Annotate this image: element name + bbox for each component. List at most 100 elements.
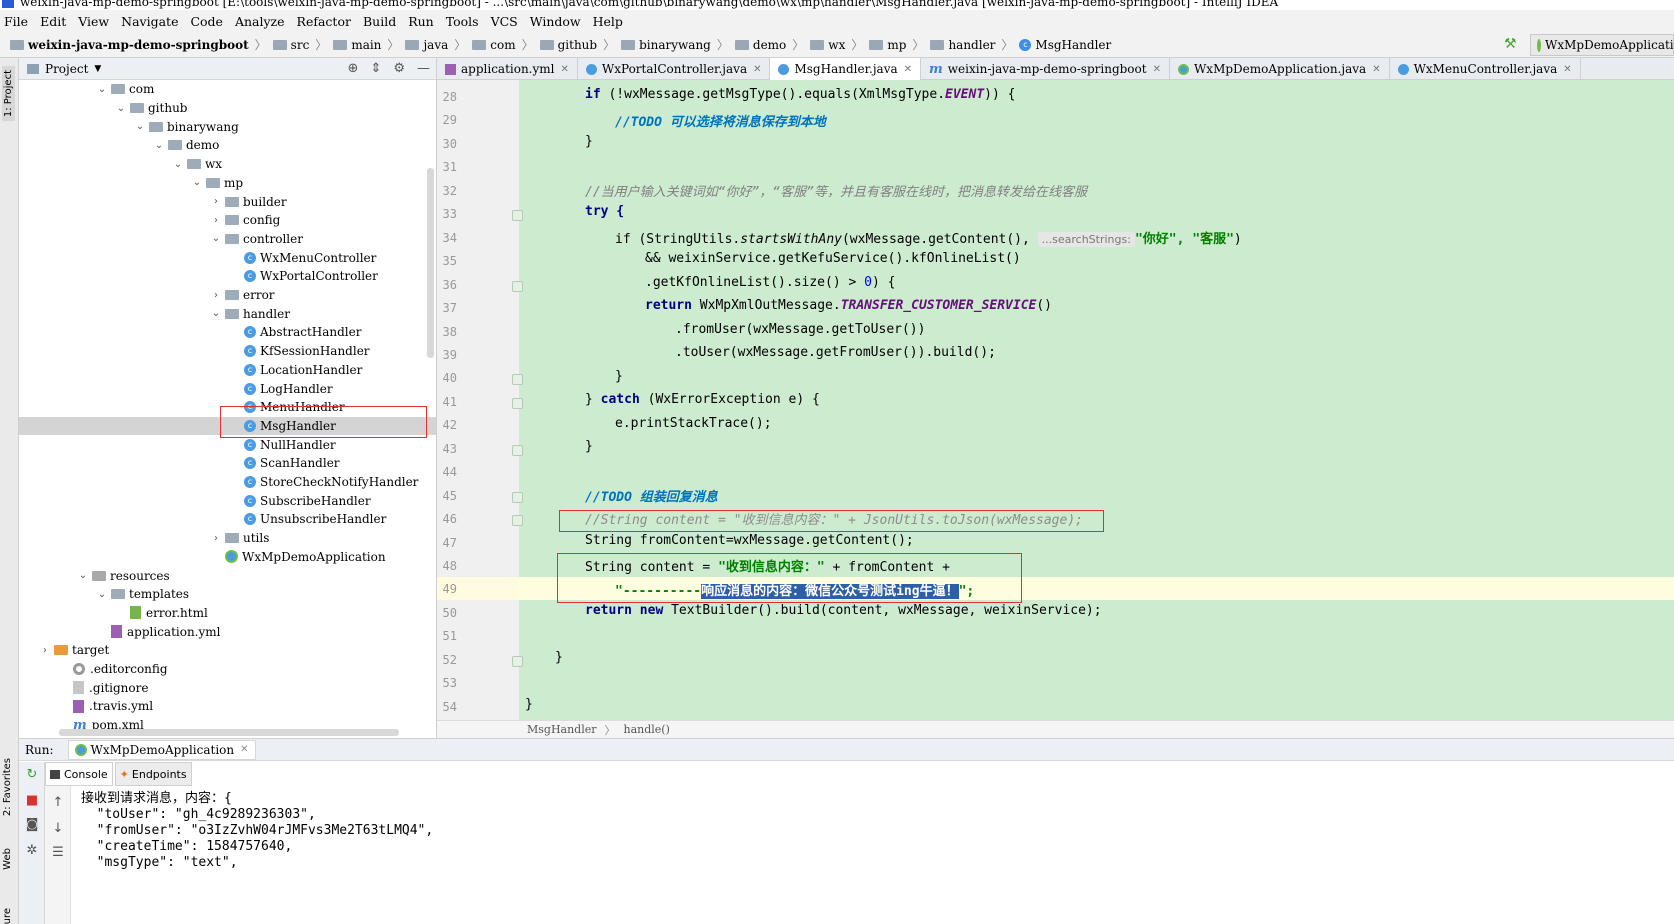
rerun-icon[interactable]: ↻ — [25, 768, 39, 782]
tree-item-handler[interactable]: ⌄ handler — [19, 304, 436, 323]
breadcrumb-wx[interactable]: wx — [810, 38, 845, 52]
breadcrumb-src[interactable]: src — [272, 38, 309, 52]
tree-item-com[interactable]: ⌄ com — [19, 80, 436, 99]
breadcrumb-binarywang[interactable]: binarywang — [621, 38, 711, 52]
chevron-down-icon[interactable]: ⌄ — [97, 589, 107, 600]
breadcrumb-main[interactable]: main — [333, 38, 381, 52]
tab-wxmenucontroller[interactable]: WxMenuController.java ✕ — [1390, 58, 1581, 80]
tree-item--editorconfig[interactable]: .editorconfig — [19, 660, 436, 679]
chevron-down-icon[interactable]: ▼ — [94, 64, 101, 74]
close-icon[interactable]: ✕ — [1372, 64, 1380, 75]
tree-item-unsubscribehandler[interactable]: c UnsubscribeHandler — [19, 510, 436, 529]
tree-item--gitignore[interactable]: .gitignore — [19, 678, 436, 697]
wrap-icon[interactable]: ☰ — [51, 846, 65, 860]
scrollbar[interactable] — [427, 168, 434, 358]
chevron-right-icon[interactable]: › — [211, 533, 221, 544]
down-arrow-icon[interactable]: ↓ — [51, 822, 65, 836]
chevron-down-icon[interactable]: ⌄ — [154, 140, 164, 151]
project-panel-title[interactable]: Project — [45, 62, 88, 76]
menu-file[interactable]: File — [4, 14, 28, 29]
menu-code[interactable]: Code — [190, 14, 223, 29]
scrollbar-horizontal[interactable] — [59, 729, 399, 736]
fold-marker-icon[interactable] — [512, 374, 523, 386]
chevron-right-icon[interactable]: › — [211, 196, 221, 207]
chevron-down-icon[interactable]: ⌄ — [116, 103, 126, 114]
tab-endpoints[interactable]: ✦ Endpoints — [114, 762, 192, 786]
fold-marker-icon[interactable] — [512, 491, 523, 503]
tree-item-storechecknotifyhandler[interactable]: c StoreCheckNotifyHandler — [19, 473, 436, 492]
tree-item-wxmpdemoapplication[interactable]: WxMpDemoApplication — [19, 548, 436, 567]
tab-application-yml[interactable]: application.yml ✕ — [437, 58, 578, 80]
menu-run[interactable]: Run — [408, 14, 434, 29]
web-tool-button[interactable]: Web — [2, 848, 13, 870]
tree-item-resources[interactable]: ⌄ resources — [19, 566, 436, 585]
tree-item-abstracthandler[interactable]: c AbstractHandler — [19, 323, 436, 342]
tree-item-loghandler[interactable]: c LogHandler — [19, 379, 436, 398]
run-configuration-select[interactable]: WxMpDemoApplication — [1530, 34, 1674, 56]
breadcrumb-msghandler[interactable]: c MsgHandler — [1019, 38, 1111, 52]
tree-item-builder[interactable]: › builder — [19, 192, 436, 211]
tree-item-nullhandler[interactable]: c NullHandler — [19, 435, 436, 454]
tree-item-wxportalcontroller[interactable]: c WxPortalController — [19, 267, 436, 286]
chevron-down-icon[interactable]: ⌄ — [173, 159, 183, 170]
menu-tools[interactable]: Tools — [446, 14, 479, 29]
tab-pom[interactable]: m weixin-java-mp-demo-springboot ✕ — [921, 58, 1170, 80]
tree-item-wx[interactable]: ⌄ wx — [19, 155, 436, 174]
breadcrumb-project[interactable]: weixin-java-mp-demo-springboot — [10, 38, 249, 52]
locate-icon[interactable]: ⊕ — [348, 61, 359, 76]
tree-item-subscribehandler[interactable]: c SubscribeHandler — [19, 491, 436, 510]
up-arrow-icon[interactable]: ↑ — [51, 796, 65, 810]
menu-view[interactable]: View — [78, 14, 109, 29]
breadcrumb-class[interactable]: MsgHandler — [527, 723, 597, 736]
fold-marker-icon[interactable] — [512, 655, 523, 667]
breadcrumb-github[interactable]: github — [539, 38, 597, 52]
tree-item-error[interactable]: › error — [19, 286, 436, 305]
tree-item-config[interactable]: › config — [19, 211, 436, 230]
chevron-down-icon[interactable]: ⌄ — [78, 570, 88, 581]
build-hammer-icon[interactable]: ⚒ — [1504, 36, 1522, 54]
tab-msghandler[interactable]: MsgHandler.java ✕ — [770, 58, 922, 80]
tree-item-github[interactable]: ⌄ github — [19, 99, 436, 118]
tree-item-error-html[interactable]: error.html — [19, 604, 436, 623]
project-tool-button[interactable]: 1: Project — [2, 66, 15, 122]
tree-item--travis-yml[interactable]: .travis.yml — [19, 697, 436, 716]
hide-icon[interactable]: — — [417, 61, 430, 76]
tree-item-utils[interactable]: › utils — [19, 529, 436, 548]
breadcrumb-handler[interactable]: handler — [930, 38, 995, 52]
tab-wxmpdemoapplication[interactable]: WxMpDemoApplication.java ✕ — [1170, 58, 1390, 80]
menu-build[interactable]: Build — [363, 14, 396, 29]
menu-navigate[interactable]: Navigate — [121, 14, 178, 29]
menu-analyze[interactable]: Analyze — [235, 14, 285, 29]
tree-item-templates[interactable]: ⌄ templates — [19, 585, 436, 604]
tree-item-binarywang[interactable]: ⌄ binarywang — [19, 117, 436, 136]
breadcrumb-com[interactable]: com — [472, 38, 516, 52]
tree-item-target[interactable]: › target — [19, 641, 436, 660]
favorites-tool-button[interactable]: 2: Favorites — [2, 758, 13, 816]
tree-item-locationhandler[interactable]: c LocationHandler — [19, 361, 436, 380]
fold-marker-icon[interactable] — [512, 515, 523, 527]
debug-icon[interactable]: ✲ — [25, 844, 39, 858]
tree-item-application-yml[interactable]: application.yml — [19, 622, 436, 641]
console-output[interactable]: 接收到请求消息，内容：{ "toUser": "gh_4c9289236303"… — [81, 791, 433, 871]
breadcrumb-mp[interactable]: mp — [869, 38, 906, 52]
close-icon[interactable]: ✕ — [240, 744, 248, 755]
chevron-right-icon[interactable]: › — [211, 215, 221, 226]
fold-marker-icon[interactable] — [512, 280, 523, 292]
menu-edit[interactable]: Edit — [40, 14, 66, 29]
structure-tool-button[interactable]: ure — [2, 908, 13, 924]
tab-wxportalcontroller[interactable]: WxPortalController.java ✕ — [578, 58, 771, 80]
fold-marker-icon[interactable] — [512, 444, 523, 456]
tree-item-scanhandler[interactable]: c ScanHandler — [19, 454, 436, 473]
fold-marker-icon[interactable] — [512, 397, 523, 409]
chevron-down-icon[interactable]: ⌄ — [211, 308, 221, 319]
chevron-right-icon[interactable]: › — [211, 290, 221, 301]
chevron-down-icon[interactable]: ⌄ — [97, 84, 107, 95]
fold-marker-icon[interactable] — [512, 210, 523, 222]
run-tab-wxmpdemoapplication[interactable]: WxMpDemoApplication ✕ — [67, 739, 256, 760]
menu-window[interactable]: Window — [530, 14, 581, 29]
breadcrumb-java[interactable]: java — [405, 38, 448, 52]
chevron-down-icon[interactable]: ⌄ — [211, 233, 221, 244]
close-icon[interactable]: ✕ — [753, 64, 761, 75]
tree-item-kfsessionhandler[interactable]: c KfSessionHandler — [19, 342, 436, 361]
menu-vcs[interactable]: VCS — [491, 14, 518, 29]
